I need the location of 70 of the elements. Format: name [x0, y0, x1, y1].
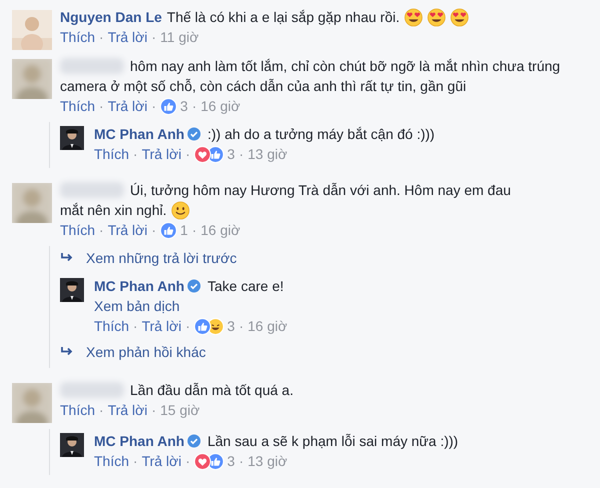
- separator: ·: [133, 145, 138, 164]
- timestamp: 16 giờ: [200, 221, 240, 240]
- separator: ·: [99, 97, 104, 116]
- separator: ·: [192, 221, 197, 240]
- heart-eyes-emoji-icon: [450, 8, 469, 26]
- action-link[interactable]: Thích: [60, 27, 96, 47]
- comment-text: Take care e!: [207, 277, 284, 296]
- reaction-count: 3: [227, 145, 235, 164]
- separator: ·: [185, 145, 190, 164]
- timestamp: 15 giờ: [160, 401, 200, 420]
- comment-text: Lần sau a sẽ k phạm lỗi sai máy nữa :))): [207, 432, 458, 451]
- heart-eyes-emoji-icon: [404, 8, 423, 26]
- action-link[interactable]: Trả lời: [108, 400, 148, 420]
- thumbs-up-icon: [160, 98, 178, 114]
- timestamp: 13 giờ: [248, 145, 288, 164]
- thumbs-up-icon: [160, 222, 178, 238]
- action-link[interactable]: Thích: [94, 316, 130, 336]
- separator: ·: [99, 401, 104, 420]
- separator: ·: [133, 452, 138, 471]
- action-link[interactable]: Trả lời: [108, 96, 148, 116]
- action-link[interactable]: Thích: [94, 144, 130, 164]
- separator: ·: [133, 317, 138, 336]
- heart-eyes-emoji-icon: [426, 8, 446, 26]
- reaction-count: 3: [180, 97, 188, 116]
- separator: ·: [151, 401, 156, 420]
- separator: ·: [151, 28, 156, 47]
- comment-text: Thế là có khi a e lại sắp gặp nhau rồi.: [166, 8, 400, 27]
- author-link[interactable]: MC Phan Anh: [94, 276, 184, 296]
- action-link[interactable]: Trả lời: [142, 144, 182, 164]
- reaction-count: 3: [227, 452, 235, 471]
- separator: ·: [151, 97, 156, 116]
- reaction-count: 1: [180, 221, 188, 240]
- timestamp: 13 giờ: [248, 452, 288, 471]
- action-link[interactable]: Trả lời: [142, 451, 182, 471]
- more-replies-link[interactable]: Xem phản hồi khác: [86, 342, 206, 362]
- timestamp: 11 giờ: [160, 28, 199, 47]
- reply-arrow-icon: [60, 252, 74, 264]
- separator: ·: [185, 452, 190, 471]
- action-link[interactable]: Trả lời: [108, 220, 148, 240]
- translate-link[interactable]: Xem bản dịch: [94, 296, 600, 316]
- smiley-emoji-icon: [170, 200, 190, 220]
- timestamp: 16 giờ: [200, 97, 240, 116]
- separator: ·: [99, 221, 104, 240]
- timestamp: 16 giờ: [248, 317, 288, 336]
- comment-text: mắt nên xin nghỉ.: [60, 201, 167, 220]
- thumbs-up-icon: [194, 318, 212, 334]
- separator: ·: [151, 221, 156, 240]
- action-link[interactable]: Trả lời: [142, 316, 182, 336]
- separator: ·: [238, 145, 244, 164]
- comment-text: Úi, tưởng hôm nay Hương Trà dẫn với anh. Hôm nay em đau: [130, 181, 511, 200]
- separator: ·: [99, 28, 104, 47]
- reply-arrow-icon: [60, 346, 74, 358]
- comment-text: :)) ah do a tưởng máy bắt cận đó :))): [207, 125, 435, 144]
- author-link[interactable]: MC Phan Anh: [94, 431, 184, 451]
- separator: ·: [238, 317, 244, 336]
- separator: ·: [238, 452, 244, 471]
- comment-text: Lần đầu dẫn mà tốt quá a.: [130, 381, 294, 400]
- author-link[interactable]: MC Phan Anh: [94, 124, 184, 144]
- action-link[interactable]: Thích: [60, 220, 96, 240]
- author-link[interactable]: Nguyen Dan Le: [60, 7, 162, 27]
- reaction-count: 3: [227, 317, 235, 336]
- action-link[interactable]: Thích: [60, 400, 96, 420]
- separator: ·: [185, 317, 190, 336]
- action-link[interactable]: Thích: [60, 96, 96, 116]
- separator: ·: [192, 97, 197, 116]
- comment-text: hôm nay anh làm tốt lắm, chỉ còn chút bỡ ngỡ là mắt nhìn chưa trúng: [130, 57, 560, 76]
- comment-text: camera ở một số chỗ, còn cách dẫn của anh thì rất tự tin, gần gũi: [60, 77, 466, 96]
- more-replies-link[interactable]: Xem những trả lời trước: [86, 248, 237, 268]
- action-link[interactable]: Trả lời: [108, 27, 148, 47]
- action-link[interactable]: Thích: [94, 451, 130, 471]
